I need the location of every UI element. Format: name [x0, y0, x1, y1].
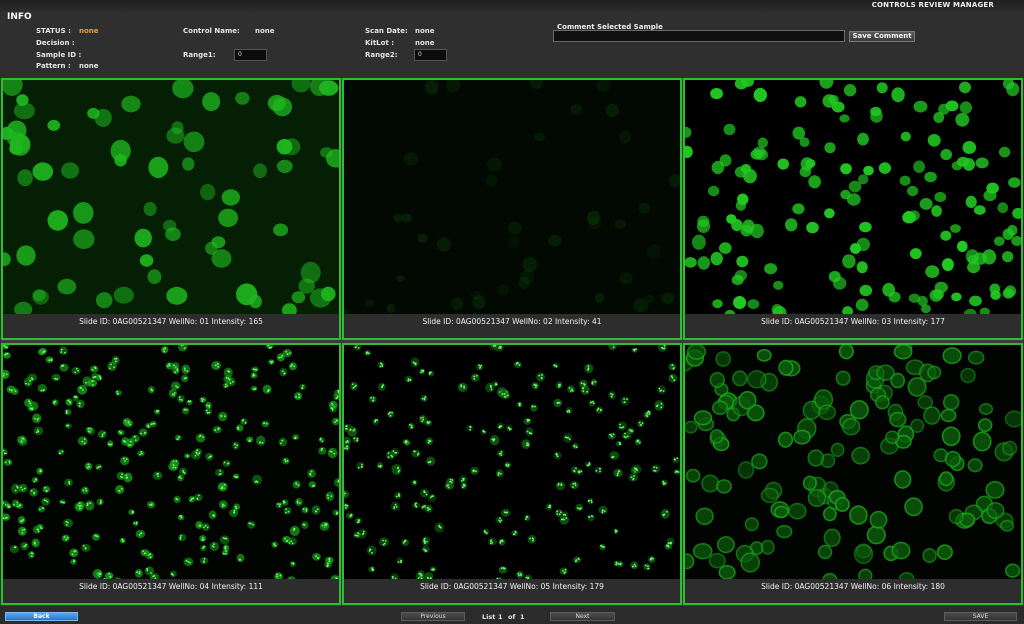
kitlot-label: KitLot : — [365, 39, 395, 47]
well-image-05 — [344, 345, 680, 581]
control-name-label: Control Name: — [183, 27, 240, 35]
well-panel-05[interactable]: Slide ID: 0AG00521347 WellNo: 05 Intensi… — [342, 343, 682, 605]
well-caption-06: Slide ID: 0AG00521347 WellNo: 06 Intensi… — [685, 579, 1021, 603]
save-comment-button[interactable]: Save Comment — [849, 31, 915, 42]
app-title: CONTROLS REVIEW MANAGER — [871, 1, 994, 9]
well-image-04 — [3, 345, 339, 581]
well-caption-02: Slide ID: 0AG00521347 WellNo: 02 Intensi… — [344, 314, 680, 338]
status-label: STATUS : — [36, 27, 71, 35]
well-panel-02[interactable]: Slide ID: 0AG00521347 WellNo: 02 Intensi… — [342, 78, 682, 340]
range1-input[interactable]: 0 — [234, 49, 267, 61]
comment-input[interactable] — [553, 30, 845, 42]
of-label: of — [508, 613, 516, 621]
sample-id-label: Sample ID : — [36, 51, 82, 59]
back-button[interactable]: Back — [5, 612, 78, 621]
range2-label: Range2: — [365, 51, 398, 59]
save-button[interactable]: SAVE — [944, 612, 1017, 621]
scan-date-value: none — [415, 27, 435, 35]
page-total: 1 — [520, 613, 525, 621]
status-value: none — [79, 27, 99, 35]
well-panel-01[interactable]: Slide ID: 0AG00521347 WellNo: 01 Intensi… — [1, 78, 341, 340]
well-caption-01: Slide ID: 0AG00521347 WellNo: 01 Intensi… — [3, 314, 339, 338]
well-image-02 — [344, 80, 680, 316]
range1-label: Range1: — [183, 51, 216, 59]
well-caption-04: Slide ID: 0AG00521347 WellNo: 04 Intensi… — [3, 579, 339, 603]
decision-label: Decision : — [36, 39, 75, 47]
well-panel-06[interactable]: Slide ID: 0AG00521347 WellNo: 06 Intensi… — [683, 343, 1023, 605]
next-button[interactable]: Next — [550, 612, 615, 621]
control-name-value: none — [255, 27, 275, 35]
info-section-title: INFO — [7, 12, 32, 22]
well-caption-05: Slide ID: 0AG00521347 WellNo: 05 Intensi… — [344, 579, 680, 603]
well-image-01 — [3, 80, 339, 316]
well-panel-03[interactable]: Slide ID: 0AG00521347 WellNo: 03 Intensi… — [683, 78, 1023, 340]
pattern-label: Pattern : — [36, 62, 71, 70]
pattern-value: none — [79, 62, 99, 70]
previous-button[interactable]: Previous — [401, 612, 465, 621]
page-current: 1 — [498, 613, 503, 621]
title-bar: CONTROLS REVIEW MANAGER — [0, 0, 1024, 11]
list-label: List — [482, 613, 496, 621]
well-image-06 — [685, 345, 1021, 581]
well-image-03 — [685, 80, 1021, 316]
well-panel-04[interactable]: Slide ID: 0AG00521347 WellNo: 04 Intensi… — [1, 343, 341, 605]
scan-date-label: Scan Date: — [365, 27, 408, 35]
kitlot-value: none — [415, 39, 435, 47]
range2-input[interactable]: 0 — [414, 49, 447, 61]
image-grid: Slide ID: 0AG00521347 WellNo: 01 Intensi… — [1, 78, 1023, 606]
well-caption-03: Slide ID: 0AG00521347 WellNo: 03 Intensi… — [685, 314, 1021, 338]
